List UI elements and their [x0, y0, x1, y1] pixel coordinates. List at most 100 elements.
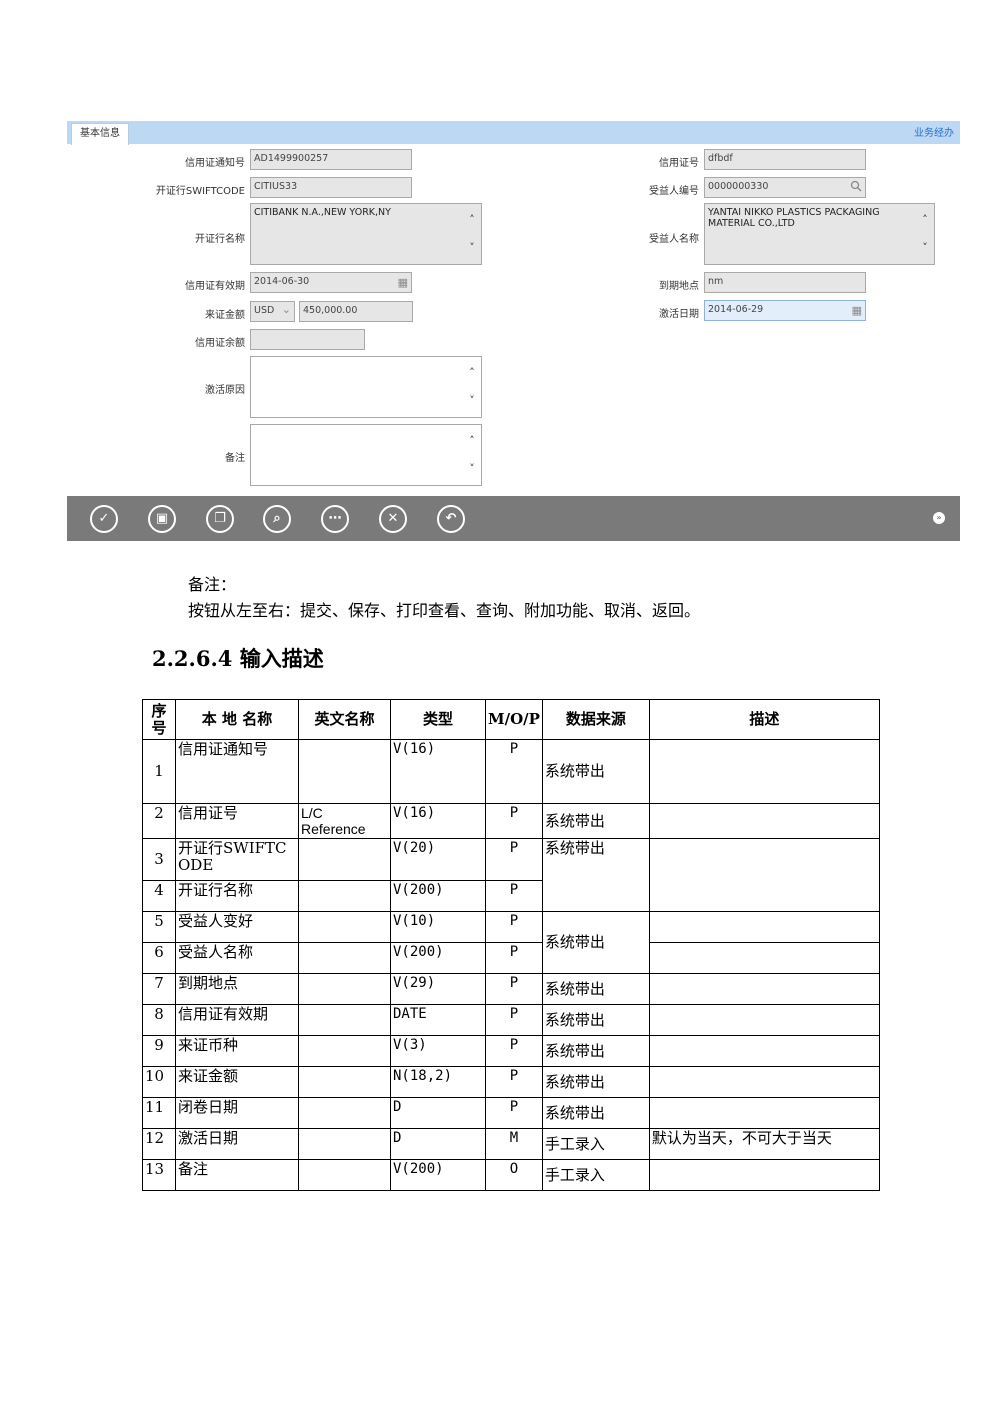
cell-type: V(200) [390, 942, 486, 974]
cell-type: DATE [390, 1004, 486, 1036]
cell-seq: 12 [142, 1128, 176, 1160]
balance-field[interactable] [250, 329, 365, 350]
cell-mop: P [485, 880, 543, 912]
cell-english [298, 880, 391, 912]
cell-english [298, 1004, 391, 1036]
beneficiary-no-label: 受益人编号 [649, 186, 699, 197]
validity-value: 2014-06-30 [254, 276, 310, 287]
tab-bar: 基本信息 业务经办 [67, 121, 960, 145]
bank-name-label: 开证行名称 [195, 234, 245, 245]
table-row: 6 受益人名称 V(200) P [142, 942, 880, 974]
cell-seq: 13 [142, 1159, 176, 1191]
input-description-table: 序号 本 地 名称 英文名称 类型 M/O/P 数据来源 描述 1 信用证通知号… [142, 699, 880, 1191]
scroll-up-icon[interactable]: ˄ [466, 214, 478, 226]
cell-seq: 9 [142, 1035, 176, 1067]
scroll-up-icon[interactable]: ˄ [919, 214, 931, 226]
extra-functions-button[interactable]: ⋯ [321, 505, 349, 533]
scroll-down-icon[interactable]: ˅ [466, 395, 478, 407]
validity-field[interactable]: 2014-06-30 ▦ [250, 272, 412, 293]
next-page-icon[interactable]: » [933, 512, 945, 524]
swift-field[interactable]: CITIUS33 [250, 177, 412, 198]
cell-mop: P [485, 1004, 543, 1036]
validity-label: 信用证有效期 [185, 281, 245, 292]
remark-textarea[interactable]: ˄ ˅ [250, 424, 482, 486]
cell-mop: P [485, 911, 543, 943]
currency-select[interactable]: USD ⌄ [250, 301, 295, 322]
save-button[interactable]: ▣ [148, 505, 176, 533]
calendar-icon[interactable]: ▦ [398, 276, 408, 289]
cell-desc [648, 911, 880, 943]
cell-desc [648, 803, 880, 839]
cell-type: V(3) [390, 1035, 486, 1067]
cell-desc [648, 1097, 880, 1129]
beneficiary-no-field[interactable]: 0000000330 [704, 177, 866, 198]
query-button[interactable]: ⌕ [263, 505, 291, 533]
action-toolbar: ✓ ▣ ❐ ⌕ ⋯ ✕ ↶ » [67, 496, 960, 541]
scroll-down-icon[interactable]: ˅ [919, 242, 931, 254]
table-header-row: 序号 本 地 名称 英文名称 类型 M/O/P 数据来源 描述 [142, 699, 880, 740]
header-source: 数据来源 [541, 699, 650, 740]
lc-no-field[interactable]: dfbdf [704, 149, 866, 170]
bank-name-textarea[interactable]: CITIBANK N.A.,NEW YORK,NY ˄ ˅ [250, 203, 482, 265]
cell-type: V(200) [390, 1159, 486, 1191]
activate-date-value: 2014-06-29 [708, 304, 764, 315]
cancel-button[interactable]: ✕ [379, 505, 407, 533]
note-title: 备注： [188, 575, 237, 594]
chevron-down-icon[interactable]: ⌄ [282, 303, 291, 316]
cell-mop: P [485, 739, 543, 804]
cell-type: V(16) [390, 739, 486, 804]
cell-seq: 5 [142, 911, 176, 943]
notice-no-field[interactable]: AD1499900257 [250, 149, 412, 170]
cell-type: V(10) [390, 911, 486, 943]
print-preview-button[interactable]: ❐ [206, 505, 234, 533]
beneficiary-name-textarea[interactable]: YANTAI NIKKO PLASTICS PACKAGING MATERIAL… [704, 203, 935, 265]
bank-name-value: CITIBANK N.A.,NEW YORK,NY [254, 207, 391, 218]
cell-mop: P [485, 803, 543, 839]
cell-seq: 7 [142, 973, 176, 1005]
cell-mop: P [485, 942, 543, 974]
calendar-icon[interactable]: ▦ [852, 304, 862, 317]
submit-button[interactable]: ✓ [90, 505, 118, 533]
scroll-up-icon[interactable]: ˄ [466, 367, 478, 379]
table-row: 2 信用证号 L/C Reference V(16) P 系统带出 [142, 803, 880, 839]
cell-seq: 8 [142, 1004, 176, 1036]
amount-field[interactable]: 450,000.00 [299, 301, 413, 322]
tab-basic-info[interactable]: 基本信息 [71, 123, 129, 145]
cell-english [298, 942, 391, 974]
business-handling-link[interactable]: 业务经办 [914, 124, 954, 139]
reason-textarea[interactable]: ˄ ˅ [250, 356, 482, 418]
cell-local: 激活日期 [175, 1128, 299, 1160]
cell-type: V(200) [390, 880, 486, 912]
search-icon[interactable] [850, 180, 862, 195]
cell-desc [648, 1159, 880, 1191]
cell-local: 受益人名称 [175, 942, 299, 974]
table-row: 12 激活日期 D M 手工录入 默认为当天，不可大于当天 [142, 1128, 880, 1160]
cell-source: 系统带出 [541, 1066, 650, 1098]
cell-type: N(18,2) [390, 1066, 486, 1098]
back-button[interactable]: ↶ [437, 505, 465, 533]
expiry-place-label: 到期地点 [659, 281, 699, 292]
cell-source: 手工录入 [541, 1159, 650, 1191]
cell-source: 系统带出 [541, 911, 650, 974]
cell-local: 开证行名称 [175, 880, 299, 912]
cell-type: V(16) [390, 803, 486, 839]
basic-info-panel: 基本信息 业务经办 信用证通知号 AD1499900257 开证行SWIFTCO… [67, 121, 960, 541]
table-row: 1 信用证通知号 V(16) P 系统带出 [142, 739, 880, 804]
table-row: 8 信用证有效期 DATE P 系统带出 [142, 1004, 880, 1036]
activate-date-field[interactable]: 2014-06-29 ▦ [704, 300, 866, 321]
cell-english [298, 911, 391, 943]
scroll-up-icon[interactable]: ˄ [466, 435, 478, 447]
cell-mop: P [485, 1035, 543, 1067]
table-row: 9 来证币种 V(3) P 系统带出 [142, 1035, 880, 1067]
currency-value: USD [254, 305, 275, 316]
cell-local: 受益人变好 [175, 911, 299, 943]
cell-desc: 默认为当天，不可大于当天 [648, 1128, 880, 1160]
cell-type: V(29) [390, 973, 486, 1005]
cell-local: 信用证有效期 [175, 1004, 299, 1036]
cell-mop: P [485, 973, 543, 1005]
beneficiary-no-value: 0000000330 [708, 181, 769, 192]
scroll-down-icon[interactable]: ˅ [466, 463, 478, 475]
cell-desc [648, 1066, 880, 1098]
expiry-place-field[interactable]: nm [704, 272, 866, 293]
scroll-down-icon[interactable]: ˅ [466, 242, 478, 254]
